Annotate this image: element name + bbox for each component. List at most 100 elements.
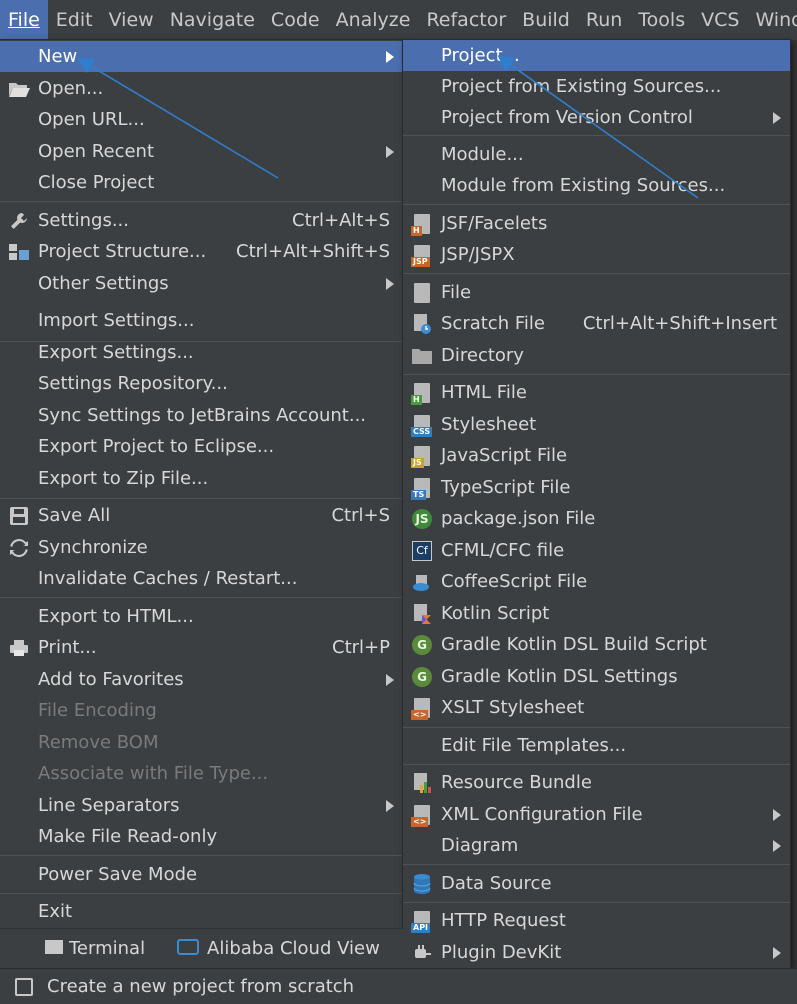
new-html-file[interactable]: H HTML File	[403, 377, 790, 408]
file-menu-power-save[interactable]: Power Save Mode	[0, 859, 403, 890]
new-kotlin-script[interactable]: Kotlin Script	[403, 598, 790, 629]
wrench-icon	[8, 210, 30, 232]
alibaba-cloud-view-tab[interactable]: Alibaba Cloud View	[177, 929, 380, 969]
file-menu-new[interactable]: New	[0, 41, 403, 72]
menu-view[interactable]: View	[101, 0, 162, 40]
submenu-arrow-icon	[386, 51, 394, 63]
separator	[0, 893, 403, 894]
new-project[interactable]: Project...	[403, 40, 790, 71]
status-bar: Create a new project from scratch	[0, 968, 797, 1004]
new-directory[interactable]: Directory	[403, 340, 790, 371]
new-cfml-cfc[interactable]: Cf CFML/CFC file	[403, 535, 790, 566]
menu-build[interactable]: Build	[514, 0, 578, 40]
menu-refactor[interactable]: Refactor	[418, 0, 514, 40]
menu-window[interactable]: Windo	[747, 0, 797, 40]
http-request-icon: API	[411, 910, 433, 933]
file-menu-open-url[interactable]: Open URL...	[0, 104, 403, 135]
new-module-existing-sources[interactable]: Module from Existing Sources...	[403, 170, 790, 201]
status-bar-toggle-icon[interactable]	[15, 978, 33, 996]
file-menu-other-settings[interactable]: Other Settings	[0, 268, 403, 299]
file-menu-export-settings[interactable]: Export Settings...	[0, 337, 403, 368]
new-gradle-settings[interactable]: G Gradle Kotlin DSL Settings	[403, 661, 790, 692]
new-xml-configuration-file[interactable]: <> XML Configuration File	[403, 799, 790, 830]
file-menu-line-separators[interactable]: Line Separators	[0, 790, 403, 821]
new-project-existing-sources[interactable]: Project from Existing Sources...	[403, 71, 790, 102]
file-menu-print[interactable]: Print... Ctrl+P	[0, 632, 403, 663]
file-menu-add-favorites[interactable]: Add to Favorites	[0, 664, 403, 695]
file-menu-import-settings[interactable]: Import Settings...	[0, 305, 403, 336]
new-diagram[interactable]: Diagram	[403, 830, 790, 861]
new-file[interactable]: File	[403, 277, 790, 308]
new-package-json[interactable]: JS package.json File	[403, 503, 790, 534]
terminal-icon	[45, 940, 63, 954]
file-menu-remove-bom: Remove BOM	[38, 732, 159, 753]
new-stylesheet[interactable]: CSS Stylesheet	[403, 409, 790, 440]
terminal-tab[interactable]: Terminal	[45, 929, 145, 969]
plugin-icon	[411, 942, 433, 964]
file-menu-export-eclipse[interactable]: Export Project to Eclipse...	[0, 431, 403, 462]
new-plugin-devkit[interactable]: Plugin DevKit	[403, 937, 790, 968]
submenu-arrow-icon	[386, 278, 394, 290]
html-file-icon: H	[411, 382, 433, 405]
file-menu-project-structure[interactable]: Project Structure... Ctrl+Alt+Shift+S	[0, 236, 403, 267]
file-menu-export-zip[interactable]: Export to Zip File...	[0, 463, 403, 494]
menu-analyze[interactable]: Analyze	[328, 0, 419, 40]
new-data-source[interactable]: Data Source	[403, 868, 790, 899]
cfml-icon: Cf	[411, 540, 433, 562]
status-text: Create a new project from scratch	[47, 976, 355, 997]
file-menu-settings[interactable]: Settings... Ctrl+Alt+S	[0, 205, 403, 236]
file-menu-synchronize[interactable]: Synchronize	[0, 532, 403, 563]
separator	[0, 855, 403, 856]
file-menu-open[interactable]: Open...	[0, 73, 403, 104]
menu-code[interactable]: Code	[263, 0, 328, 40]
file-menu-exit[interactable]: Exit	[0, 896, 403, 927]
new-xslt-stylesheet[interactable]: <> XSLT Stylesheet	[403, 692, 790, 723]
submenu-arrow-icon	[386, 674, 394, 686]
file-menu-open-recent[interactable]: Open Recent	[0, 136, 403, 167]
gradle-icon: G	[411, 666, 433, 688]
xml-file-icon: <>	[411, 804, 433, 827]
coffeescript-icon	[411, 571, 433, 593]
new-project-version-control[interactable]: Project from Version Control	[403, 102, 790, 133]
file-menu-sync-settings[interactable]: Sync Settings to JetBrains Account...	[0, 400, 403, 431]
file-menu-export-html[interactable]: Export to HTML...	[0, 601, 403, 632]
new-scratch-file[interactable]: Scratch File Ctrl+Alt+Shift+Insert	[403, 308, 790, 339]
new-edit-file-templates[interactable]: Edit File Templates...	[403, 730, 790, 761]
new-jsp-jspx[interactable]: JSP JSP/JSPX	[403, 239, 790, 270]
new-gradle-build-script[interactable]: G Gradle Kotlin DSL Build Script	[403, 629, 790, 660]
menu-edit[interactable]: Edit	[48, 0, 101, 40]
menu-navigate[interactable]: Navigate	[162, 0, 263, 40]
alibaba-cloud-icon	[177, 939, 199, 955]
new-typescript-file[interactable]: TS TypeScript File	[403, 472, 790, 503]
new-module[interactable]: Module...	[403, 139, 790, 170]
separator	[403, 135, 790, 136]
xslt-icon: <>	[411, 697, 433, 720]
new-http-request[interactable]: API HTTP Request	[403, 905, 790, 936]
printer-icon	[8, 637, 30, 659]
new-resource-bundle[interactable]: Resource Bundle	[403, 767, 790, 798]
new-coffeescript[interactable]: CoffeeScript File	[403, 566, 790, 597]
file-menu-make-read-only[interactable]: Make File Read-only	[0, 821, 403, 852]
separator	[0, 498, 403, 499]
separator	[403, 864, 790, 865]
menu-tools[interactable]: Tools	[630, 0, 693, 40]
new-jsf-facelets[interactable]: H JSF/Facelets	[403, 208, 790, 239]
folder-open-icon	[8, 78, 30, 100]
file-menu-invalidate-caches[interactable]: Invalidate Caches / Restart...	[0, 563, 403, 594]
submenu-arrow-icon	[773, 947, 781, 959]
database-icon	[411, 873, 433, 895]
file-menu-close-project[interactable]: Close Project	[0, 167, 403, 198]
file-menu-save-all[interactable]: Save All Ctrl+S	[0, 500, 403, 531]
submenu-arrow-icon	[386, 800, 394, 812]
new-submenu: Project... Project from Existing Sources…	[403, 40, 790, 968]
new-javascript-file[interactable]: JS JavaScript File	[403, 440, 790, 471]
kotlin-icon	[411, 603, 433, 625]
menu-file[interactable]: File	[0, 0, 48, 40]
tool-window-bar: Terminal Alibaba Cloud View	[0, 928, 403, 969]
menu-run[interactable]: Run	[578, 0, 630, 40]
resource-bundle-icon	[411, 772, 433, 794]
sync-icon	[8, 537, 30, 559]
file-menu-settings-repository[interactable]: Settings Repository...	[0, 368, 403, 399]
menu-vcs[interactable]: VCS	[693, 0, 747, 40]
submenu-arrow-icon	[386, 146, 394, 158]
